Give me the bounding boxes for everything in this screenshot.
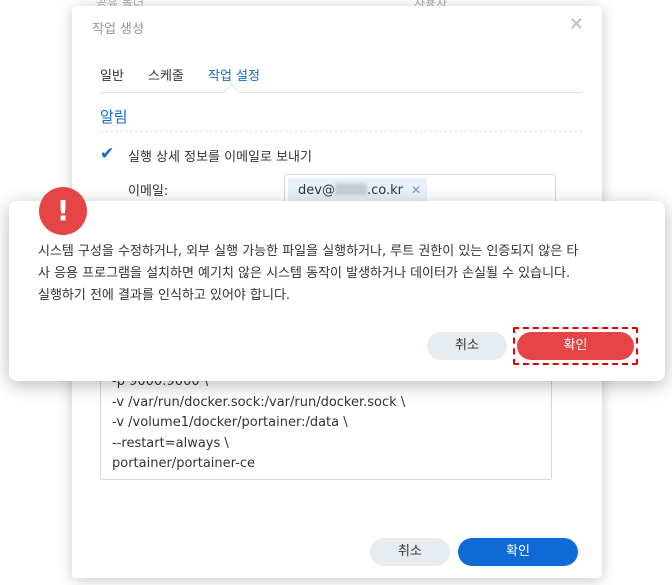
script-line: portainer/portainer-ce [112, 456, 255, 471]
script-textarea[interactable]: -p 9000:9000 \ -v /var/run/docker.sock:/… [100, 366, 552, 480]
section-title-notification: 알림 [100, 108, 128, 126]
active-tab-caret [223, 83, 240, 100]
tab-divider [100, 92, 582, 93]
dialog-cancel-button[interactable]: 취소 [370, 538, 450, 566]
warning-message-line: 사 응용 프로그램을 설치하면 예기치 않은 시스템 동작이 발생하거나 데이터… [38, 266, 571, 281]
redacted-email-part [334, 183, 367, 195]
script-line: --restart=always \ [112, 435, 229, 451]
tab-schedule[interactable]: 스케줄 [148, 65, 184, 84]
dialog-title: 작업 생성 [92, 22, 144, 37]
send-email-checkbox[interactable]: ✔ [100, 146, 117, 163]
script-line: -v /var/run/docker.sock:/var/run/docker.… [112, 394, 406, 410]
warning-alert: ! 시스템 구성을 수정하거나, 외부 실행 가능한 파일을 실행하거나, 루트… [9, 187, 665, 381]
script-line: -v /volume1/docker/portainer:/data \ [112, 415, 348, 430]
warning-message-line: 실행하기 전에 결과를 인식하고 있어야 합니다. [38, 288, 291, 303]
warning-message: 시스템 구성을 수정하거나, 외부 실행 가능한 파일을 실행하거나, 루트 권… [38, 241, 648, 307]
email-suffix: .co.kr [366, 183, 403, 198]
section-divider [100, 131, 582, 133]
send-email-label: 실행 상세 정보를 이메일로 보내기 [128, 150, 312, 165]
tab-general[interactable]: 일반 [100, 65, 124, 84]
warning-message-line: 시스템 구성을 수정하거나, 외부 실행 가능한 파일을 실행하거나, 루트 권… [38, 244, 579, 259]
warning-exclamation-icon: ! [39, 187, 87, 235]
dialog-ok-button[interactable]: 확인 [458, 538, 578, 566]
email-label: 이메일: [128, 184, 169, 199]
alert-cancel-button[interactable]: 취소 [427, 332, 507, 360]
email-prefix: dev@ [298, 183, 335, 198]
close-icon[interactable]: ✕ [569, 14, 584, 35]
email-chip: dev@ .co.kr ✕ [288, 178, 428, 202]
tab-task-settings[interactable]: 작업 설정 [208, 65, 260, 84]
alert-ok-button[interactable]: 확인 [517, 332, 634, 360]
remove-email-icon[interactable]: ✕ [411, 183, 421, 197]
